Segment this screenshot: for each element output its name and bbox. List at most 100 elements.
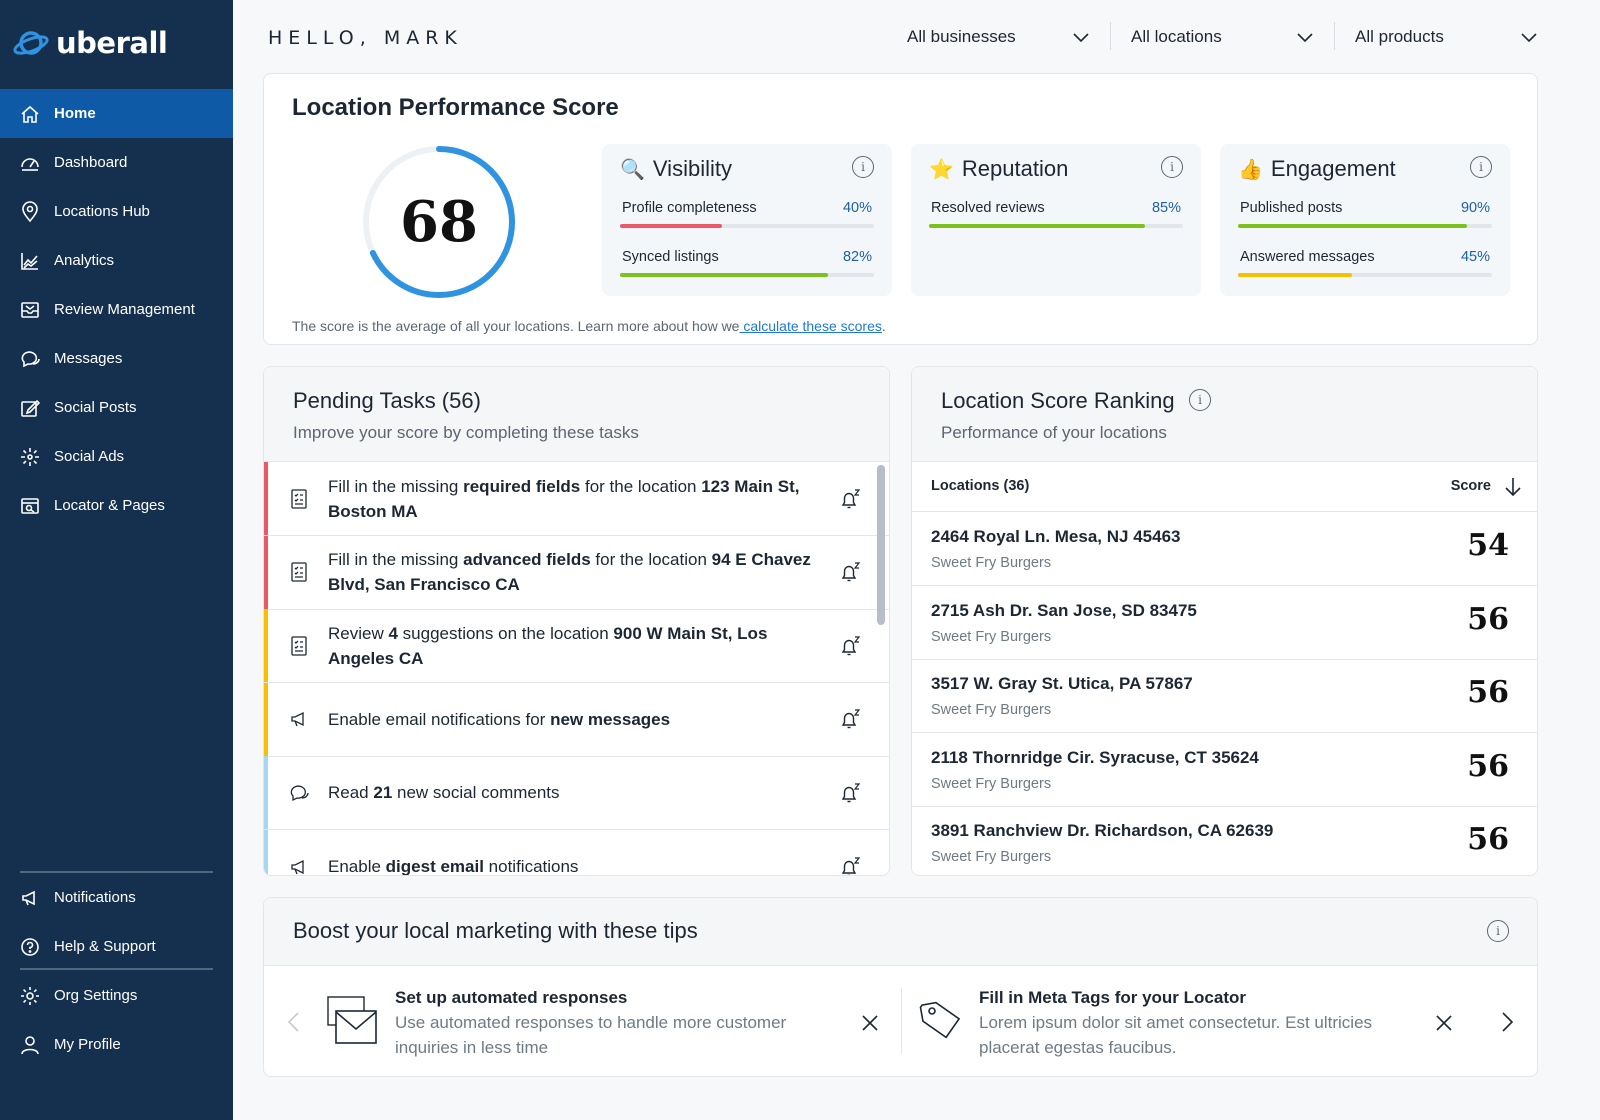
sidebar-item-messages[interactable]: Messages — [0, 334, 233, 383]
task-item[interactable]: Read 21 new social comments — [264, 756, 889, 831]
tip-title: Fill in Meta Tags for your Locator — [979, 988, 1246, 1007]
ranking-row[interactable]: 2118 Thornridge Cir. Syracuse, CT 35624 S… — [912, 733, 1537, 807]
sparkle-icon-wrap — [19, 446, 41, 468]
checklist-icon — [291, 636, 307, 656]
gear-icon-wrap — [19, 985, 41, 1007]
task-text: Fill in the missing advanced fields for … — [328, 547, 828, 597]
sidebar-item-org-settings[interactable]: Org Settings — [0, 971, 233, 1020]
info-icon[interactable]: i — [1487, 920, 1509, 942]
task-icon — [288, 856, 310, 876]
snooze-bell-icon[interactable] — [838, 487, 862, 511]
task-text-part: Review — [328, 623, 389, 643]
column-locations[interactable]: Locations (36) — [931, 478, 1029, 494]
metric-title: Engagement — [1270, 156, 1396, 181]
task-item[interactable]: Review 4 suggestions on the location 900… — [264, 609, 889, 684]
progress-fill — [620, 273, 829, 277]
megaphone-icon-wrap — [19, 887, 41, 909]
task-text-bold: 4 — [388, 623, 398, 643]
info-icon[interactable]: i — [1161, 156, 1183, 178]
user-icon-wrap — [19, 1034, 41, 1056]
brand-name: uberall — [56, 26, 168, 60]
thumbs-up-icon: 👍 — [1238, 158, 1263, 181]
chevron-right-icon[interactable] — [1499, 1011, 1515, 1033]
filter-products[interactable]: All products — [1355, 22, 1538, 52]
close-icon[interactable] — [1434, 1013, 1454, 1033]
location-address: 2118 Thornridge Cir. Syracuse, CT 35624 — [931, 747, 1259, 767]
business-name: Sweet Fry Burgers — [931, 775, 1052, 792]
tip-description: Lorem ipsum dolor sit amet consectetur. … — [979, 1013, 1373, 1057]
sidebar-item-label: Dashboard — [54, 154, 128, 171]
sidebar-item-analytics[interactable]: Analytics — [0, 236, 233, 285]
snooze-bell-icon[interactable] — [838, 560, 862, 584]
snooze-bell-icon[interactable] — [838, 781, 862, 805]
snooze-bell-icon[interactable] — [838, 855, 862, 877]
task-text-bold: advanced fields — [463, 550, 591, 570]
sidebar-item-label: Locator & Pages — [54, 497, 165, 514]
ranking-row[interactable]: 2464 Royal Ln. Mesa, NJ 45463 Sweet Fry B… — [912, 512, 1537, 586]
sidebar-item-locator-pages[interactable]: Locator & Pages — [0, 481, 233, 530]
location-ranking-card: Location Score Ranking i Performance of … — [911, 366, 1538, 876]
panel-title: Pending Tasks (56) — [293, 388, 481, 413]
location-score: 56 — [1467, 601, 1509, 637]
edit-icon — [21, 399, 41, 417]
ranking-row[interactable]: 2715 Ash Dr. San Jose, SD 83475 Sweet Fry… — [912, 586, 1537, 660]
task-item[interactable]: Fill in the missing required fields for … — [264, 462, 889, 536]
metric-percent: 40% — [842, 200, 872, 216]
info-icon[interactable]: i — [1470, 156, 1492, 178]
filter-separator — [1110, 22, 1111, 50]
snooze-bell-icon[interactable] — [838, 634, 862, 658]
planet-logo-icon — [13, 31, 49, 55]
metric-header: ⭐ Reputation — [929, 156, 1068, 182]
filter-locations[interactable]: All locations — [1131, 22, 1314, 52]
greeting: HELLO, MARK — [268, 27, 463, 49]
calculate-scores-link[interactable]: calculate these scores — [739, 318, 882, 334]
sidebar-item-help-support[interactable]: Help & Support — [0, 922, 233, 971]
chevron-left-icon[interactable] — [286, 1011, 302, 1033]
task-item[interactable]: Fill in the missing advanced fields for … — [264, 535, 889, 610]
close-icon[interactable] — [860, 1013, 880, 1033]
sidebar-item-social-ads[interactable]: Social Ads — [0, 432, 233, 481]
locator-icon-wrap — [19, 495, 41, 517]
priority-stripe — [264, 462, 268, 535]
sort-down-icon[interactable] — [1503, 476, 1523, 498]
filter-businesses[interactable]: All businesses — [907, 22, 1090, 52]
sidebar-item-locations-hub[interactable]: Locations Hub — [0, 187, 233, 236]
sidebar-item-review-management[interactable]: Review Management — [0, 285, 233, 334]
note-suffix: . — [881, 318, 886, 334]
sidebar-item-home[interactable]: Home — [0, 89, 233, 138]
sidebar-item-label: Org Settings — [54, 987, 138, 1004]
ranking-row[interactable]: 3517 W. Gray St. Utica, PA 57867 Sweet Fr… — [912, 659, 1537, 734]
task-icon — [288, 635, 310, 657]
sidebar-item-notifications[interactable]: Notifications — [0, 873, 233, 922]
progress-fill — [1238, 273, 1353, 277]
task-text-part: Enable — [328, 857, 386, 876]
scrollbar[interactable] — [877, 465, 885, 625]
info-icon[interactable]: i — [852, 156, 874, 178]
sidebar-item-label: Notifications — [54, 889, 136, 906]
progress-bar — [620, 224, 874, 228]
task-text-bold: required fields — [463, 476, 581, 496]
sidebar-item-my-profile[interactable]: My Profile — [0, 1020, 233, 1069]
task-text: Fill in the missing required fields for … — [328, 474, 828, 524]
column-score[interactable]: Score — [1451, 478, 1491, 494]
info-icon[interactable]: i — [1189, 389, 1211, 411]
panel-header: Pending Tasks (56) Improve your score by… — [264, 367, 889, 462]
metric-label: Answered messages — [1240, 249, 1375, 265]
score-note: The score is the average of all your loc… — [292, 318, 886, 334]
snooze-bell-icon[interactable] — [838, 707, 862, 731]
task-text: Review 4 suggestions on the location 900… — [328, 621, 828, 671]
location-score: 56 — [1467, 748, 1509, 784]
home-icon-wrap — [19, 103, 41, 125]
task-item[interactable]: Enable digest email notifications — [264, 830, 889, 877]
filter-label: All locations — [1131, 27, 1222, 46]
tip-description: Use automated responses to handle more c… — [395, 1013, 787, 1057]
metric-title: Reputation — [961, 156, 1069, 181]
task-item[interactable]: Enable email notifications for new messa… — [264, 682, 889, 757]
ranking-row[interactable]: 3891 Ranchview Dr. Richardson, CA 62639 S… — [912, 806, 1537, 875]
sidebar-item-social-posts[interactable]: Social Posts — [0, 383, 233, 432]
sidebar-item-dashboard[interactable]: Dashboard — [0, 138, 233, 187]
priority-stripe — [264, 682, 268, 756]
brand-logo[interactable]: uberall — [12, 26, 168, 60]
business-name: Sweet Fry Burgers — [931, 555, 1052, 571]
metric-percent: 82% — [842, 249, 872, 265]
